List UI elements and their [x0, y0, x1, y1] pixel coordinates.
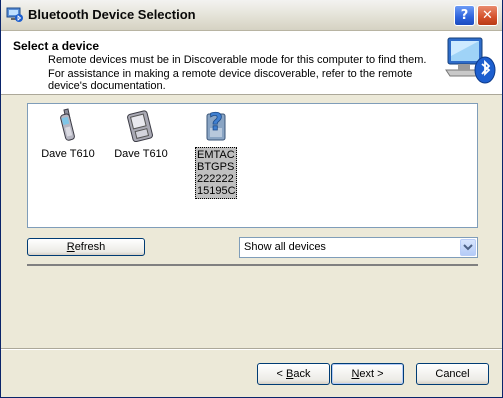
- bluetooth-device-selection-window: Bluetooth Device Selection ? ✕ Select a …: [0, 0, 503, 398]
- device-list[interactable]: Dave T610 Dave T610 ? EMTAC BTGPS 222222…: [27, 103, 478, 228]
- bluetooth-window-icon: [6, 7, 23, 22]
- back-button[interactable]: < Back: [257, 363, 330, 385]
- device-item[interactable]: Dave T610: [36, 108, 100, 160]
- bluetooth-computer-icon: [445, 37, 496, 84]
- instruction-line-3: device's documentation.: [48, 80, 166, 92]
- wizard-header: Select a device Remote devices must be i…: [1, 31, 502, 95]
- close-button[interactable]: ✕: [477, 5, 498, 26]
- dropdown-arrow-button[interactable]: [460, 239, 476, 256]
- device-filter-select[interactable]: Show all devices: [239, 237, 478, 258]
- device-item-selected[interactable]: ? EMTAC BTGPS 222222 15195C: [194, 108, 238, 199]
- device-name: Dave T610: [41, 148, 95, 160]
- instruction-line-1: Remote devices must be in Discoverable m…: [48, 54, 427, 66]
- button-area-separator: [1, 348, 502, 350]
- device-item[interactable]: Dave T610: [113, 108, 169, 160]
- unknown-device-icon: ?: [206, 108, 226, 141]
- next-button[interactable]: Next >: [331, 363, 404, 385]
- separator: [27, 264, 478, 266]
- help-button[interactable]: ?: [454, 5, 475, 26]
- device-name: Dave T610: [114, 148, 168, 160]
- pda-icon: [127, 110, 153, 143]
- instruction-line-2: For assistance in making a remote device…: [48, 68, 413, 80]
- device-filter-value: Show all devices: [244, 241, 326, 253]
- page-title: Select a device: [13, 39, 100, 53]
- cancel-button[interactable]: Cancel: [416, 363, 489, 385]
- mobile-phone-icon: [60, 108, 75, 141]
- window-title: Bluetooth Device Selection: [28, 7, 196, 22]
- chevron-down-icon: [463, 244, 473, 251]
- title-bar[interactable]: Bluetooth Device Selection ? ✕: [1, 0, 502, 31]
- refresh-button[interactable]: Refresh: [27, 238, 145, 256]
- svg-text:?: ?: [209, 108, 223, 136]
- device-name: EMTAC BTGPS 222222 15195C: [195, 147, 237, 199]
